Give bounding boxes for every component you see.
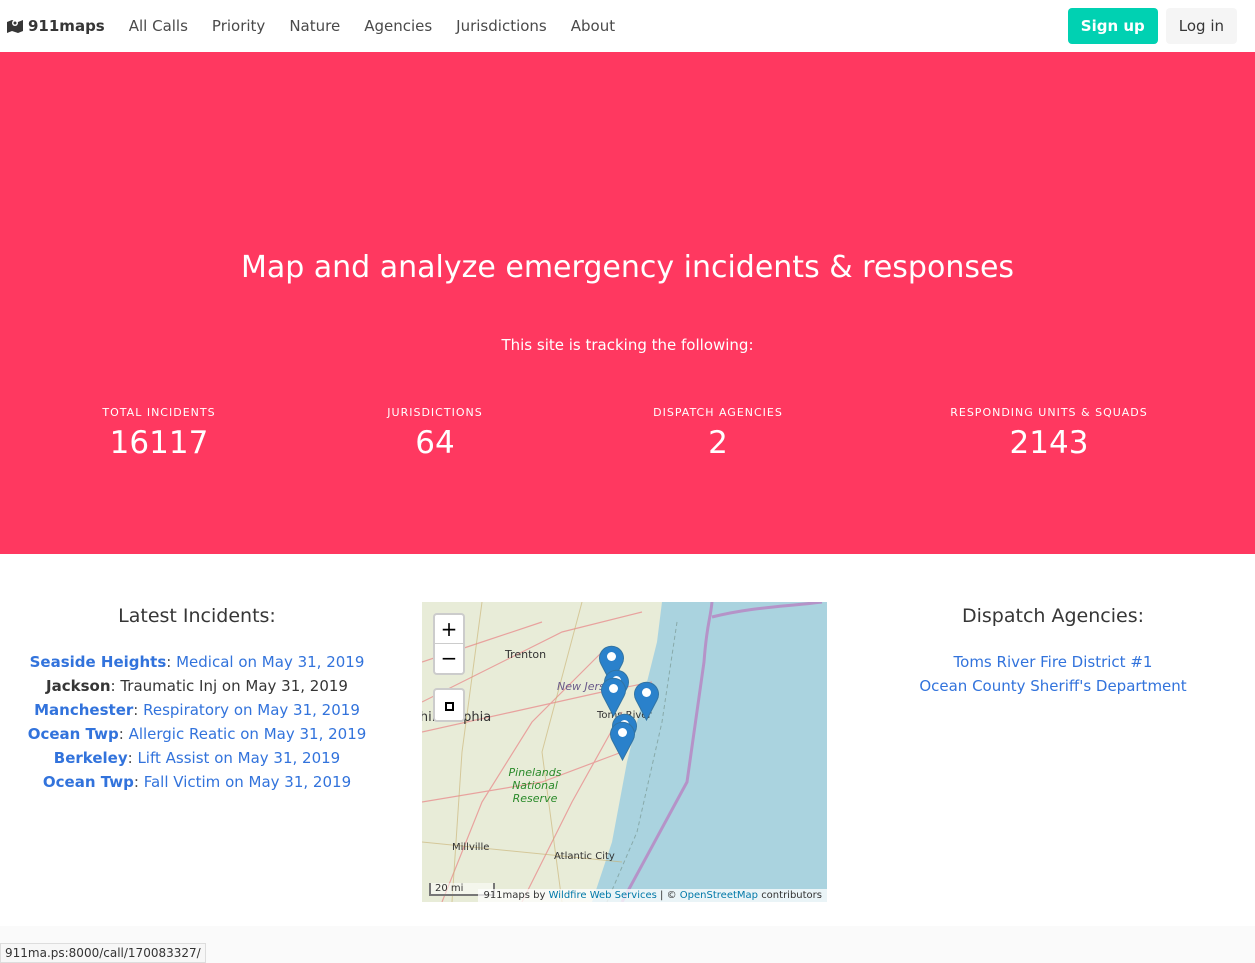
map-marker[interactable] bbox=[634, 680, 659, 722]
incident-item: Manchester: Respiratory on May 31, 2019 bbox=[34, 701, 360, 719]
navbar: 911maps All Calls Priority Nature Agenci… bbox=[0, 0, 1255, 52]
incident-jurisdiction-link[interactable]: Ocean Twp bbox=[28, 725, 119, 743]
incident-jurisdiction-link[interactable]: Ocean Twp bbox=[43, 773, 134, 791]
stat-label: TOTAL INCIDENTS bbox=[102, 406, 216, 419]
incident-nature: Lift Assist bbox=[137, 749, 210, 767]
hero-title: Map and analyze emergency incidents & re… bbox=[240, 250, 1015, 285]
latest-incidents: Latest Incidents: Seaside Heights: Medic… bbox=[0, 604, 394, 794]
attribution-suffix: contributors bbox=[761, 890, 822, 901]
login-button[interactable]: Log in bbox=[1165, 8, 1237, 44]
incident-date: on May 31, 2019 bbox=[225, 773, 352, 791]
incident-map[interactable]: Trenton New Jersey Philadelphia Toms Riv… bbox=[422, 602, 827, 902]
stat-value: 64 bbox=[415, 425, 455, 461]
zoom-control: + − bbox=[433, 613, 465, 675]
stat-value: 2143 bbox=[1009, 425, 1089, 461]
stat-label: JURISDICTIONS bbox=[387, 406, 483, 419]
stat-value: 16117 bbox=[109, 425, 209, 461]
map-attribution: 911maps by Wildfire Web Services | © Ope… bbox=[478, 889, 827, 902]
incident-date: on May 31, 2019 bbox=[240, 725, 367, 743]
zoom-in-button[interactable]: + bbox=[435, 615, 463, 644]
stat-label: DISPATCH AGENCIES bbox=[653, 406, 783, 419]
map-marker[interactable] bbox=[601, 676, 626, 718]
nav-nature[interactable]: Nature bbox=[289, 17, 340, 35]
incident-date: on May 31, 2019 bbox=[221, 677, 348, 695]
latest-incidents-title: Latest Incidents: bbox=[118, 605, 276, 627]
wildfire-link[interactable]: Wildfire Web Services bbox=[549, 890, 657, 901]
attribution-separator: | © bbox=[660, 890, 677, 901]
incident-nature: Respiratory bbox=[143, 701, 230, 719]
incident-item: Jackson: Traumatic Inj on May 31, 2019 bbox=[46, 677, 348, 695]
incident-jurisdiction-link[interactable]: Seaside Heights bbox=[30, 653, 167, 671]
stat-label: RESPONDING UNITS & SQUADS bbox=[950, 406, 1148, 419]
hero-subtitle: This site is tracking the following: bbox=[501, 336, 754, 354]
agency-link[interactable]: Toms River Fire District #1 bbox=[852, 650, 1254, 674]
fullscreen-button[interactable] bbox=[433, 688, 465, 722]
marker-pin-icon bbox=[610, 721, 635, 762]
map-marker[interactable] bbox=[610, 720, 635, 762]
zoom-out-button[interactable]: − bbox=[435, 644, 463, 673]
hero-section: Map and analyze emergency incidents & re… bbox=[0, 52, 1255, 554]
incident-jurisdiction-link[interactable]: Manchester bbox=[34, 701, 133, 719]
map-label: Millville bbox=[452, 842, 490, 853]
incident-date: on May 31, 2019 bbox=[233, 701, 360, 719]
incident-date: on May 31, 2019 bbox=[214, 749, 341, 767]
stat-responding-units: RESPONDING UNITS & SQUADS 2143 bbox=[950, 406, 1148, 461]
nav-about[interactable]: About bbox=[571, 17, 615, 35]
brand-logo[interactable]: 911maps bbox=[6, 17, 105, 35]
incident-date: on May 31, 2019 bbox=[238, 653, 365, 671]
incident-item: Ocean Twp: Allergic Reatic on May 31, 20… bbox=[27, 725, 367, 743]
incident-nature: Allergic Reatic bbox=[128, 725, 236, 743]
incident-link[interactable]: Fall Victim on May 31, 2019 bbox=[144, 773, 351, 791]
nav-all-calls[interactable]: All Calls bbox=[129, 17, 188, 35]
nav-jurisdictions[interactable]: Jurisdictions bbox=[456, 17, 547, 35]
incident-item: Ocean Twp: Fall Victim on May 31, 2019 bbox=[42, 773, 352, 791]
incident-item: Seaside Heights: Medical on May 31, 2019 bbox=[29, 653, 365, 671]
agency-link[interactable]: Ocean County Sheriff's Department bbox=[852, 674, 1254, 698]
fullscreen-icon bbox=[444, 702, 454, 711]
incident-jurisdiction-link[interactable]: Berkeley bbox=[54, 749, 128, 767]
stat-total-incidents: TOTAL INCIDENTS 16117 bbox=[102, 406, 215, 461]
stat-dispatch-agencies: DISPATCH AGENCIES 2 bbox=[653, 406, 783, 461]
attribution-prefix: 911maps by bbox=[483, 890, 546, 901]
stat-value: 2 bbox=[708, 425, 728, 461]
nav-priority[interactable]: Priority bbox=[212, 17, 265, 35]
incident-link[interactable]: Lift Assist on May 31, 2019 bbox=[137, 749, 340, 767]
dispatch-agencies-title: Dispatch Agencies: bbox=[962, 605, 1144, 627]
incident-link[interactable]: Medical on May 31, 2019 bbox=[176, 653, 364, 671]
brand-name: 911maps bbox=[28, 17, 105, 35]
incident-nature: Medical bbox=[176, 653, 234, 671]
map-label: Atlantic City bbox=[554, 851, 615, 862]
incident-nature: Traumatic Inj bbox=[120, 677, 218, 695]
stat-jurisdictions: JURISDICTIONS 64 bbox=[387, 406, 482, 461]
incident-nature: Fall Victim bbox=[143, 773, 221, 791]
map-icon bbox=[7, 20, 23, 33]
incident-link[interactable]: Respiratory on May 31, 2019 bbox=[143, 701, 360, 719]
signup-button[interactable]: Sign up bbox=[1067, 8, 1158, 44]
map-label: Trenton bbox=[505, 648, 547, 661]
incident-jurisdiction-link[interactable]: Jackson bbox=[46, 677, 110, 695]
marker-pin-icon bbox=[601, 677, 626, 718]
osm-link[interactable]: OpenStreetMap bbox=[680, 890, 758, 901]
status-bar-url: 911ma.ps:8000/call/170083327/ bbox=[0, 943, 206, 963]
dispatch-agencies: Dispatch Agencies: Toms River Fire Distr… bbox=[852, 604, 1254, 698]
incident-link[interactable]: Allergic Reatic on May 31, 2019 bbox=[129, 725, 367, 743]
nav-agencies[interactable]: Agencies bbox=[364, 17, 432, 35]
incident-item: Berkeley: Lift Assist on May 31, 2019 bbox=[53, 749, 341, 767]
incident-link[interactable]: Traumatic Inj on May 31, 2019 bbox=[120, 677, 348, 695]
marker-pin-icon bbox=[634, 681, 659, 722]
map-label: Pinelands National Reserve bbox=[508, 766, 562, 805]
